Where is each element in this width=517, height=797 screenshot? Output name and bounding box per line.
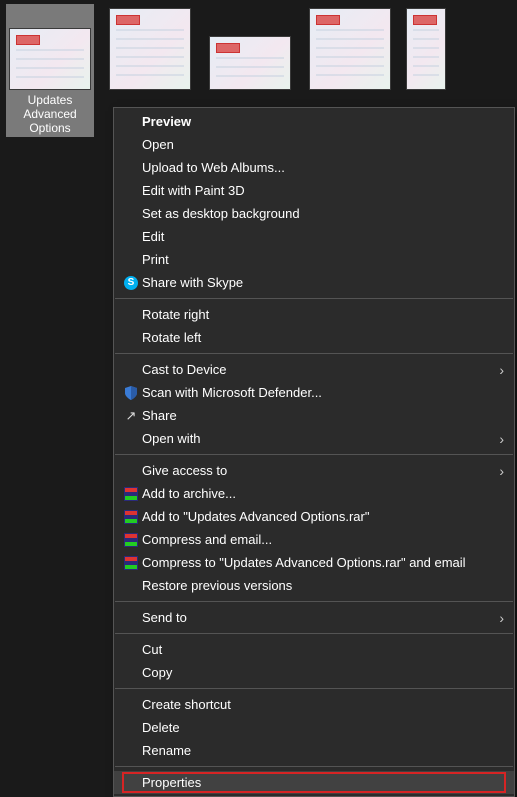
winrar-icon <box>120 510 142 524</box>
menu-label: Add to "Updates Advanced Options.rar" <box>142 509 504 524</box>
menu-label: Create shortcut <box>142 697 504 712</box>
menu-label: Share <box>142 408 504 423</box>
menu-item-give-access-to[interactable]: Give access to › <box>114 459 514 482</box>
thumbnail-item[interactable] <box>106 4 194 92</box>
menu-label: Cut <box>142 642 504 657</box>
menu-separator <box>115 633 513 634</box>
menu-label: Rotate right <box>142 307 504 322</box>
menu-item-compress-to-rar-email[interactable]: Compress to "Updates Advanced Options.ra… <box>114 551 514 574</box>
menu-separator <box>115 454 513 455</box>
menu-item-cast-to-device[interactable]: Cast to Device › <box>114 358 514 381</box>
menu-item-compress-email[interactable]: Compress and email... <box>114 528 514 551</box>
menu-separator <box>115 298 513 299</box>
menu-separator <box>115 688 513 689</box>
menu-label: Compress to "Updates Advanced Options.ra… <box>142 555 504 570</box>
menu-item-set-desktop-background[interactable]: Set as desktop background <box>114 202 514 225</box>
menu-label: Copy <box>142 665 504 680</box>
menu-label: Rename <box>142 743 504 758</box>
chevron-right-icon: › <box>499 431 504 447</box>
menu-item-properties[interactable]: Properties <box>114 771 514 794</box>
menu-label: Delete <box>142 720 504 735</box>
thumbnail-image <box>209 36 291 90</box>
menu-item-restore-previous-versions[interactable]: Restore previous versions <box>114 574 514 597</box>
menu-label: Restore previous versions <box>142 578 504 593</box>
menu-separator <box>115 766 513 767</box>
thumbnail-item[interactable] <box>406 4 446 92</box>
menu-label: Add to archive... <box>142 486 504 501</box>
menu-label: Give access to <box>142 463 493 478</box>
thumbnail-image <box>406 8 446 90</box>
chevron-right-icon: › <box>499 610 504 626</box>
menu-item-open[interactable]: Open <box>114 133 514 156</box>
menu-label: Share with Skype <box>142 275 504 290</box>
menu-item-edit-paint3d[interactable]: Edit with Paint 3D <box>114 179 514 202</box>
menu-item-share[interactable]: ↗ Share <box>114 404 514 427</box>
menu-item-cut[interactable]: Cut <box>114 638 514 661</box>
menu-separator <box>115 353 513 354</box>
thumbnail-item[interactable] <box>306 4 394 92</box>
menu-label: Compress and email... <box>142 532 504 547</box>
defender-shield-icon <box>120 385 142 401</box>
share-icon: ↗ <box>120 409 142 422</box>
menu-item-rotate-left[interactable]: Rotate left <box>114 326 514 349</box>
thumbnail-label: Updates Advanced Options <box>8 93 92 135</box>
menu-item-print[interactable]: Print <box>114 248 514 271</box>
menu-label: Print <box>142 252 504 267</box>
menu-label: Upload to Web Albums... <box>142 160 504 175</box>
menu-item-create-shortcut[interactable]: Create shortcut <box>114 693 514 716</box>
menu-item-send-to[interactable]: Send to › <box>114 606 514 629</box>
thumbnail-image <box>9 28 91 90</box>
context-menu: Preview Open Upload to Web Albums... Edi… <box>113 107 515 797</box>
menu-item-rename[interactable]: Rename <box>114 739 514 762</box>
menu-label: Send to <box>142 610 493 625</box>
menu-label: Edit with Paint 3D <box>142 183 504 198</box>
thumbnail-image <box>309 8 391 90</box>
menu-label: Set as desktop background <box>142 206 504 221</box>
winrar-icon <box>120 556 142 570</box>
winrar-icon <box>120 487 142 501</box>
menu-item-open-with[interactable]: Open with › <box>114 427 514 450</box>
menu-item-copy[interactable]: Copy <box>114 661 514 684</box>
menu-separator <box>115 601 513 602</box>
menu-label: Rotate left <box>142 330 504 345</box>
menu-item-share-skype[interactable]: S Share with Skype <box>114 271 514 294</box>
menu-item-preview[interactable]: Preview <box>114 110 514 133</box>
menu-item-rotate-right[interactable]: Rotate right <box>114 303 514 326</box>
menu-label: Cast to Device <box>142 362 493 377</box>
menu-item-upload-web-albums[interactable]: Upload to Web Albums... <box>114 156 514 179</box>
menu-item-edit[interactable]: Edit <box>114 225 514 248</box>
menu-label: Scan with Microsoft Defender... <box>142 385 504 400</box>
chevron-right-icon: › <box>499 463 504 479</box>
thumbnail-image <box>109 8 191 90</box>
menu-item-add-to-archive[interactable]: Add to archive... <box>114 482 514 505</box>
thumbnail-item[interactable] <box>206 4 294 92</box>
menu-item-delete[interactable]: Delete <box>114 716 514 739</box>
thumbnail-item-selected[interactable]: Updates Advanced Options <box>6 4 94 137</box>
menu-item-scan-defender[interactable]: Scan with Microsoft Defender... <box>114 381 514 404</box>
menu-label: Preview <box>142 114 504 129</box>
menu-label: Open with <box>142 431 493 446</box>
chevron-right-icon: › <box>499 362 504 378</box>
skype-icon: S <box>120 276 142 290</box>
menu-item-add-to-rar[interactable]: Add to "Updates Advanced Options.rar" <box>114 505 514 528</box>
menu-label: Edit <box>142 229 504 244</box>
menu-label: Properties <box>142 775 504 790</box>
winrar-icon <box>120 533 142 547</box>
menu-label: Open <box>142 137 504 152</box>
